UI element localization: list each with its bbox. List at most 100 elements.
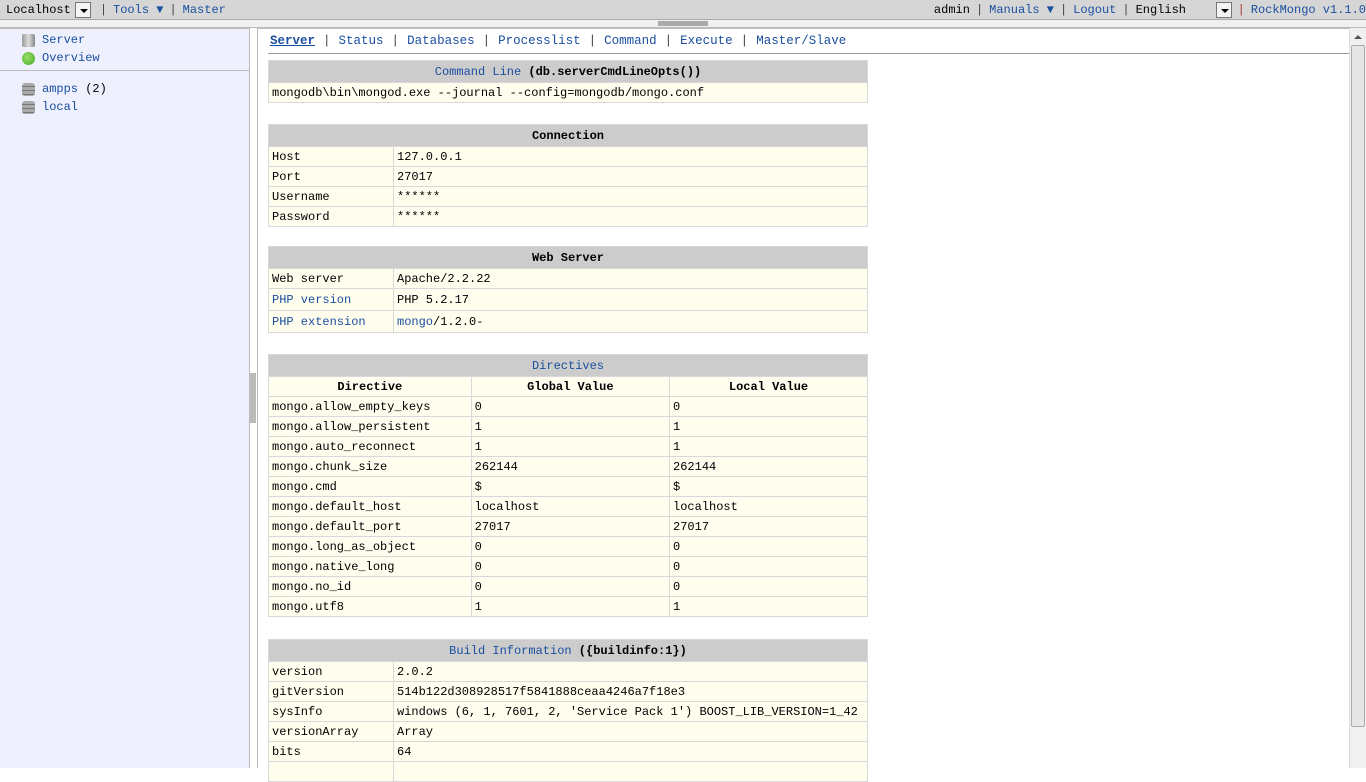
tab-master-slave[interactable]: Master/Slave [756, 34, 846, 48]
mongo-extension-link[interactable]: mongo [397, 315, 433, 329]
local-value: 1 [669, 416, 868, 437]
logout-link[interactable]: Logout [1073, 3, 1116, 17]
scrollbar-thumb[interactable] [1351, 45, 1365, 727]
tools-menu[interactable]: Tools ▼ [113, 3, 163, 17]
language-dropdown-button[interactable] [1215, 1, 1232, 18]
local-value: 1 [669, 436, 868, 457]
tab-separator: | [740, 34, 749, 48]
table-row: Username ****** [268, 186, 868, 207]
directive-name: mongo.chunk_size [268, 456, 472, 477]
tab-separator: | [323, 34, 331, 48]
php-version-link[interactable]: PHP version [272, 293, 351, 307]
directive-name: mongo.long_as_object [268, 536, 472, 557]
globe-icon [22, 51, 35, 65]
global-value: 0 [470, 576, 671, 597]
section-title-text[interactable]: Command Line [435, 65, 521, 79]
global-value: 1 [470, 416, 671, 437]
language-select[interactable]: English [1136, 3, 1216, 17]
master-link[interactable]: Master [183, 3, 226, 17]
tab-databases[interactable]: Databases [407, 34, 475, 48]
tab-status[interactable]: Status [339, 34, 384, 48]
app-version-link[interactable]: RockMongo v1.1.0 [1251, 3, 1366, 17]
extension-version: /1.2.0- [433, 314, 484, 329]
host-dropdown-button[interactable] [74, 1, 91, 18]
tab-server[interactable]: Server [270, 34, 315, 48]
table-row: Password ****** [268, 206, 868, 227]
column-header: Local Value [669, 376, 868, 397]
row-value: 27017 [393, 166, 868, 187]
section-title: Directives [268, 354, 868, 377]
global-value: 0 [470, 396, 671, 417]
sidebar: Server Overview ampps (2) local [0, 28, 250, 768]
row-value: Apache/2.2.22 [393, 268, 868, 289]
table-row: mongo.default_port 27017 27017 [268, 516, 868, 537]
sidebar-server-label[interactable]: Server [42, 33, 85, 47]
server-icon [22, 33, 35, 47]
host-select-label[interactable]: Localhost [6, 3, 71, 17]
sidebar-item-db-local[interactable]: local [0, 98, 249, 116]
table-row: mongo.native_long 0 0 [268, 556, 868, 577]
scroll-up-arrow-icon[interactable] [1354, 35, 1362, 39]
php-extension-link[interactable]: PHP extension [272, 315, 366, 329]
local-value: 262144 [669, 456, 868, 477]
section-title-text[interactable]: Build Information [449, 644, 571, 658]
directives-table: Directives Directive Global Value Local Val… [268, 354, 868, 617]
tabs-divider [268, 53, 1350, 54]
section-title-text[interactable]: Directives [532, 359, 604, 373]
table-row: version 2.0.2 [268, 661, 868, 682]
local-value: 0 [669, 556, 868, 577]
top-bar: Localhost | Tools ▼ | Master admin | Manual… [0, 0, 1366, 20]
row-value: 514b122d308928517f5841888ceaa4246a7f18e3 [393, 681, 868, 702]
command-line-table: Command Line (db.serverCmdLineOpts()) mon… [268, 60, 868, 103]
local-value: 0 [669, 536, 868, 557]
db-collection-count: (2) [85, 82, 107, 96]
directive-name: mongo.utf8 [268, 596, 472, 617]
table-row: mongo.allow_persistent 1 1 [268, 416, 868, 437]
main-content: Server | Status | Databases | Processlist | Comm… [257, 28, 1350, 782]
row-key: sysInfo [268, 701, 394, 722]
web-server-table: Web Server Web server Apache/2.2.22 PHP ve… [268, 246, 868, 333]
splitter-grip[interactable] [658, 21, 708, 26]
section-title-text: Web Server [531, 250, 604, 265]
directive-name: mongo.auto_reconnect [268, 436, 472, 457]
tab-separator: | [588, 34, 597, 48]
tab-processlist[interactable]: Processlist [498, 34, 581, 48]
table-row: sysInfo windows (6, 1, 7601, 2, 'Service … [268, 701, 868, 722]
row-key: Web server [268, 268, 394, 289]
tab-execute[interactable]: Execute [680, 34, 733, 48]
directive-name: mongo.allow_persistent [268, 416, 472, 437]
sidebar-item-overview[interactable]: Overview [0, 49, 249, 67]
table-row: mongo.auto_reconnect 1 1 [268, 436, 868, 457]
local-value: 1 [669, 596, 868, 617]
section-title-suffix: (db.serverCmdLineOpts()) [528, 64, 702, 79]
row-key: Port [268, 166, 394, 187]
table-row: Port 27017 [268, 166, 868, 187]
db-name[interactable]: ampps [42, 82, 78, 96]
table-row: mongo.chunk_size 262144 262144 [268, 456, 868, 477]
vertical-scrollbar[interactable] [1349, 28, 1366, 768]
database-icon [22, 100, 35, 114]
global-value: 1 [470, 596, 671, 617]
global-value: 0 [470, 536, 671, 557]
global-value: localhost [470, 496, 671, 517]
manuals-menu[interactable]: Manuals ▼ [989, 3, 1054, 17]
directive-name: mongo.default_port [268, 516, 472, 537]
local-value: localhost [669, 496, 868, 517]
sidebar-item-server[interactable]: Server [0, 31, 249, 49]
section-title: Build Information ({buildinfo:1}) [268, 639, 868, 662]
sidebar-divider [0, 70, 249, 71]
sidebar-item-db-ampps[interactable]: ampps (2) [0, 80, 249, 98]
command-line-value: mongodb\bin\mongod.exe --journal --confi… [268, 82, 868, 103]
row-value: PHP 5.2.17 [393, 288, 868, 311]
table-row [268, 761, 868, 782]
vertical-splitter-handle[interactable] [250, 373, 256, 423]
row-value: 64 [393, 741, 868, 762]
db-name[interactable]: local [42, 100, 78, 114]
table-row: Web server Apache/2.2.22 [268, 268, 868, 289]
local-value: 0 [669, 576, 868, 597]
sidebar-overview-label[interactable]: Overview [42, 51, 100, 65]
horizontal-splitter[interactable] [0, 20, 1366, 28]
row-key [268, 761, 394, 782]
row-key: versionArray [268, 721, 394, 742]
tab-command[interactable]: Command [604, 34, 657, 48]
